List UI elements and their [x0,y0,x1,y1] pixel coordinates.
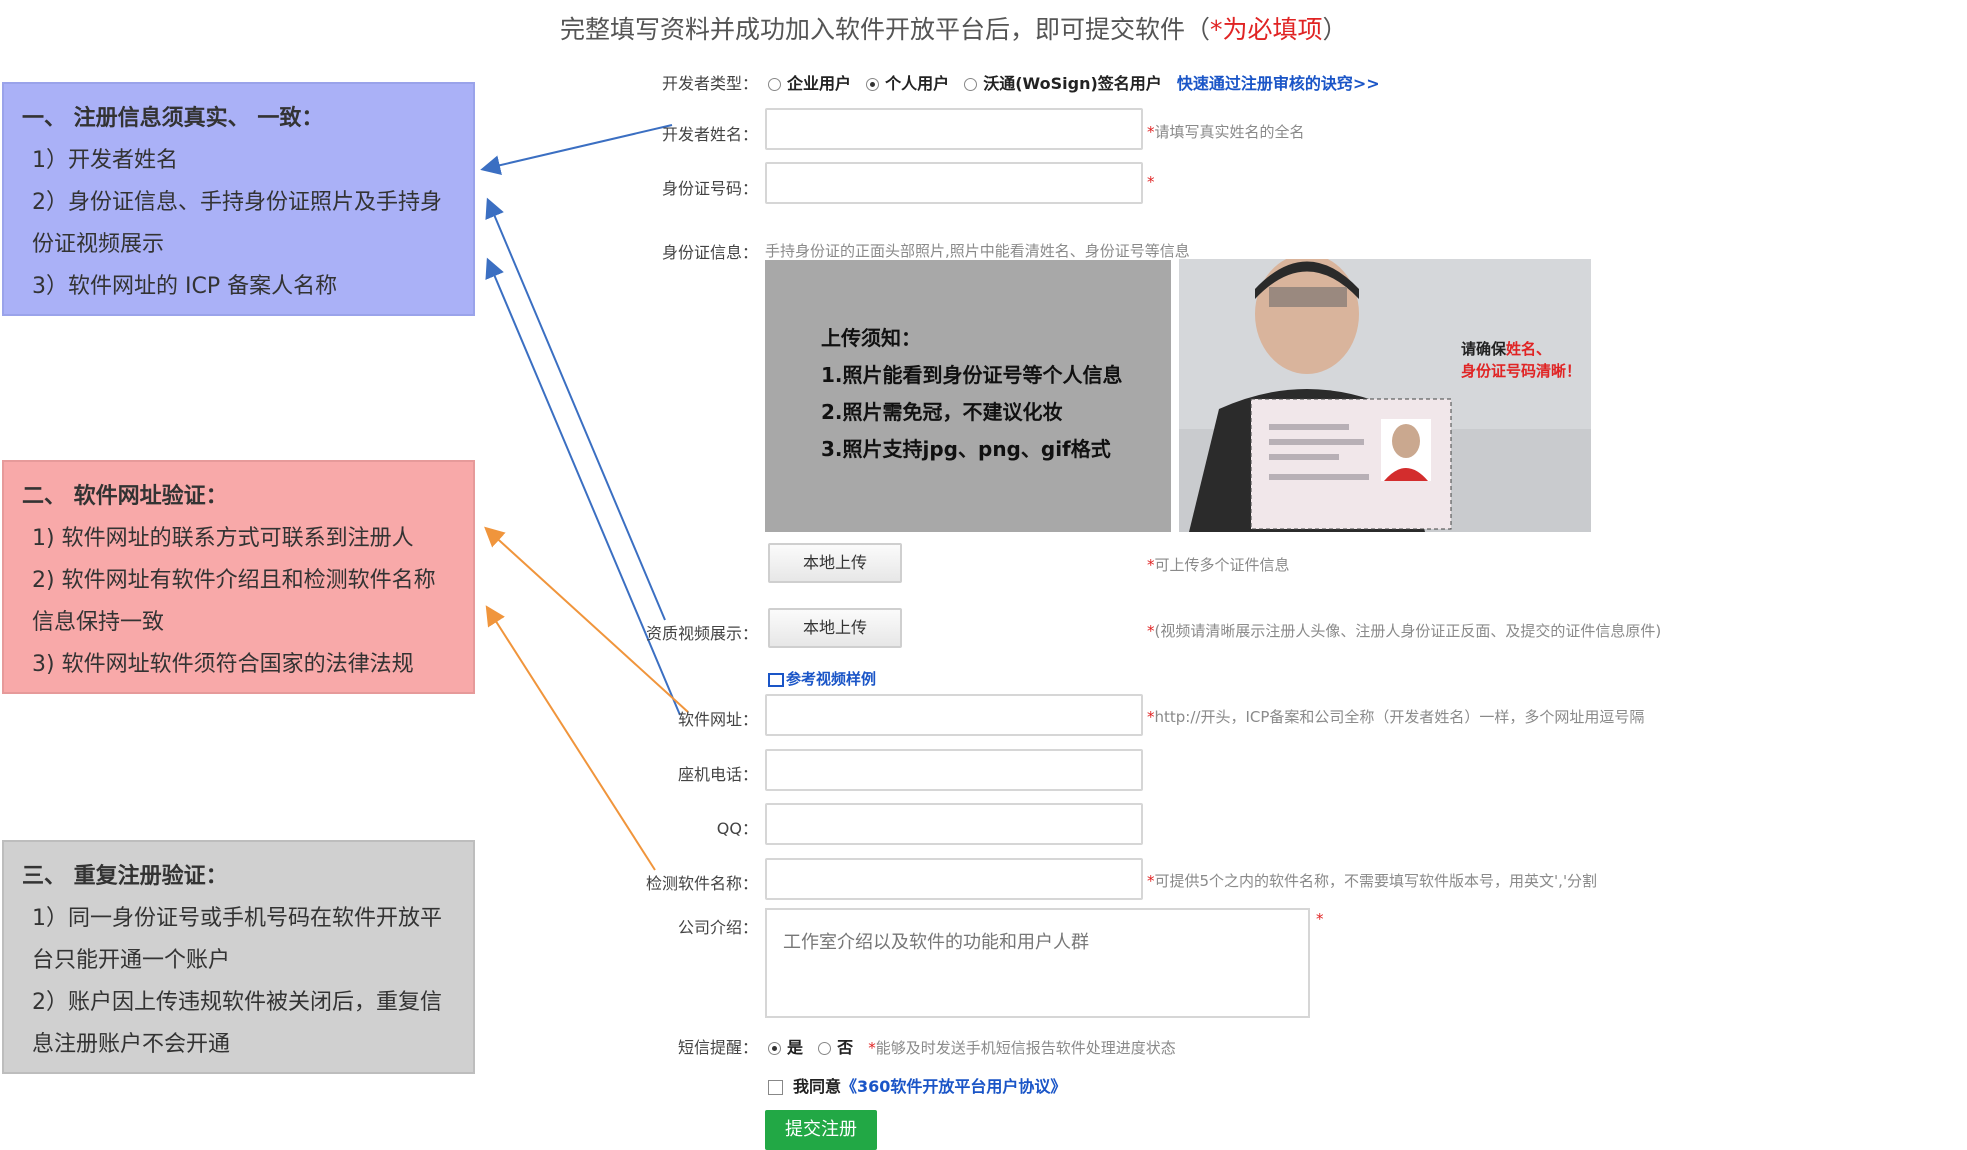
software-name-label: 检测软件名称： [645,874,758,893]
website-hint: *http://开头，ICP备案和公司全称（开发者姓名）一样，多个网址用逗号隔 [1147,708,1645,726]
review-tips-link[interactable]: 快速通过注册审核的诀窍>> [1177,74,1380,93]
agreement-checkbox[interactable] [768,1080,783,1095]
upload-notice-item: 3.照片支持jpg、png、gif格式 [821,437,1111,461]
sms-hint: *能够及时发送手机短信报告软件处理进度状态 [868,1039,1176,1057]
radio-wosign[interactable] [964,78,978,91]
dev-name-hint: *请填写真实姓名的全名 [1147,123,1305,141]
video-icon [768,672,784,687]
id-required-mark: * [1147,173,1155,191]
upload-notice-title: 上传须知： [821,326,921,350]
id-info-label: 身份证信息： [661,243,758,262]
intro-label: 公司介绍： [677,918,758,937]
arrow-id-to-note1 [485,197,666,621]
phone-input[interactable] [765,749,1143,791]
photo-caption: 请确保姓名、 身份证号码清晰！ [1461,340,1582,380]
video-upload-button[interactable]: 本地上传 [768,608,902,648]
video-label: 资质视频展示： [645,624,758,643]
software-name-input[interactable] [765,858,1143,900]
dev-type-group: 企业用户 个人用户 沃通(WoSign)签名用户 快速通过注册审核的诀窍>> [768,70,1380,94]
website-label: 软件网址： [677,710,758,729]
submit-button[interactable]: 提交注册 [765,1110,877,1150]
agreement-row: 我同意《360软件开放平台用户协议》 [768,1073,1066,1097]
id-upload-button[interactable]: 本地上传 [768,543,902,583]
upload-notice-item: 2.照片需免冠，不建议化妆 [821,400,1063,424]
upload-notice-panel: 上传须知： 1.照片能看到身份证号等个人信息 2.照片需免冠，不建议化妆 3.照… [765,260,1171,532]
dev-type-label: 开发者类型： [661,74,758,93]
id-number-label: 身份证号码： [661,179,758,198]
software-name-hint: *可提供5个之内的软件名称，不需要填写软件版本号，用英文','分割 [1147,872,1598,890]
radio-personal[interactable] [866,78,880,91]
video-sample-link[interactable]: 参考视频样例 [768,668,876,689]
intro-textarea[interactable]: 工作室介绍以及软件的功能和用户人群 [765,908,1310,1018]
video-hint: *(视频请清晰展示注册人头像、注册人身份证正反面、及提交的证件信息原件) [1147,622,1662,640]
phone-label: 座机电话： [677,765,758,784]
arrow-software-to-note2 [485,605,656,871]
id-number-input[interactable] [765,162,1143,204]
radio-sms-no[interactable] [818,1042,832,1055]
sms-label: 短信提醒： [677,1038,758,1057]
id-info-hint: 手持身份证的正面头部照片,照片中能看清姓名、身份证号等信息 [765,242,1190,260]
dev-name-label: 开发者姓名： [661,125,758,144]
qq-input[interactable] [765,803,1143,845]
qq-label: QQ： [716,819,758,838]
agreement-link[interactable]: 《360软件开放平台用户协议》 [841,1077,1066,1096]
website-input[interactable] [765,694,1143,736]
sample-id-photo: 请确保姓名、 身份证号码清晰！ [1179,259,1591,532]
intro-required-mark: * [1316,910,1324,928]
upload-hint: *可上传多个证件信息 [1147,556,1290,574]
dev-name-input[interactable] [765,108,1143,150]
upload-notice-item: 1.照片能看到身份证号等个人信息 [821,363,1123,387]
arrow-video-to-note1 [485,257,681,716]
radio-sms-yes[interactable] [768,1042,781,1055]
sms-group: 是 否 *能够及时发送手机短信报告软件处理进度状态 [768,1034,1176,1058]
sample-photo-illustration [1179,259,1591,532]
radio-enterprise[interactable] [768,78,781,91]
